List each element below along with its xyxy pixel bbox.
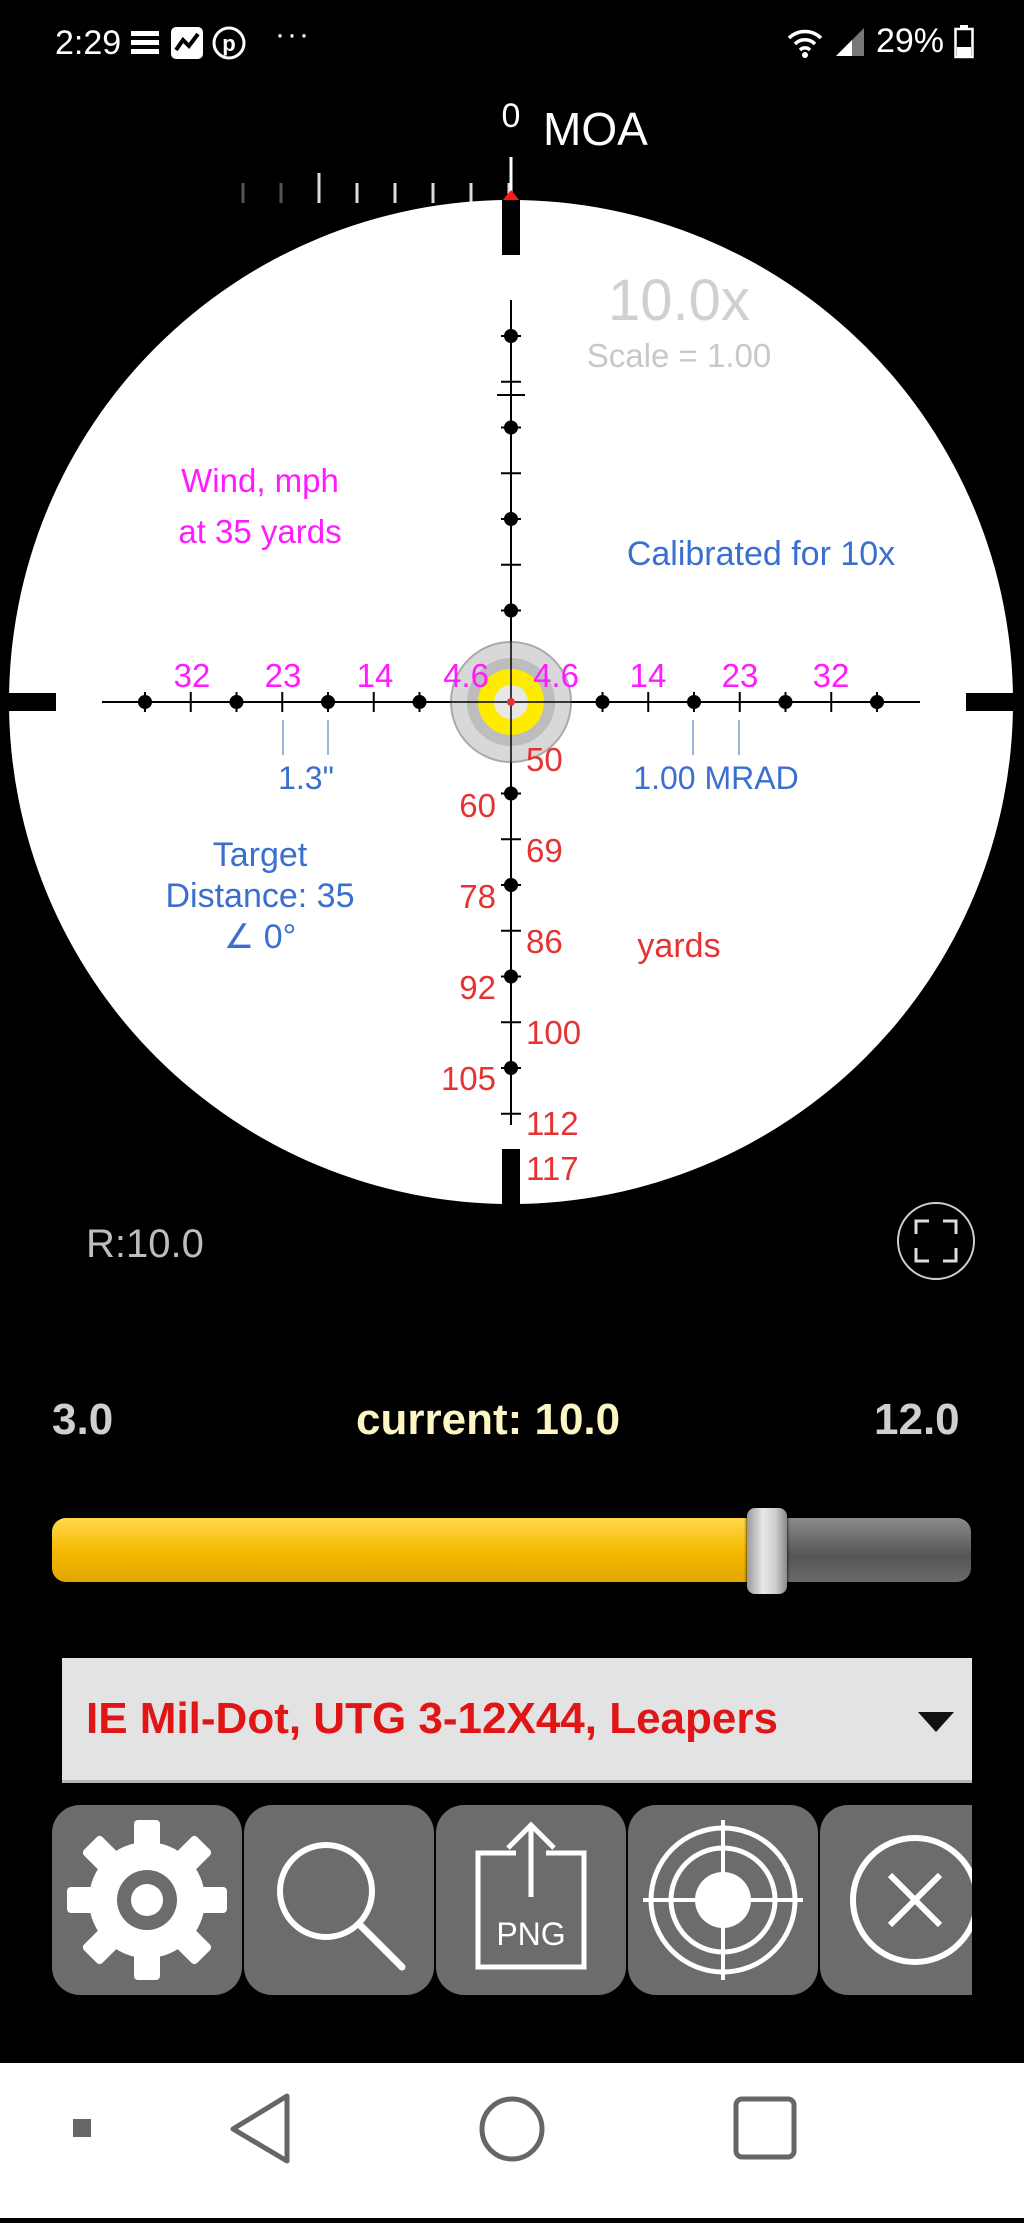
notification-icons: p [128, 26, 246, 60]
nav-home-icon[interactable] [479, 2096, 545, 2162]
scope-reticle[interactable]: 0 MOA 10.0x Scale = 1.00 Wind, mph at 35… [0, 95, 1024, 1245]
battery-percent: 29% [875, 22, 944, 60]
gear-icon [67, 1820, 227, 1980]
chart-notification-icon [171, 27, 203, 59]
more-notifications-icon: ··· [275, 18, 311, 51]
wind-value: 4.6 [443, 657, 489, 694]
range-value: 105 [441, 1060, 496, 1097]
wind-label-line1: Wind, mph [181, 462, 339, 499]
app-notification-icon [131, 31, 159, 54]
range-value: 60 [459, 787, 496, 824]
reticle-dropdown[interactable]: IE Mil-Dot, UTG 3-12X44, Leapers [62, 1658, 972, 1783]
nav-overview-icon[interactable] [733, 2096, 797, 2160]
zoom-min-label: 3.0 [52, 1395, 114, 1444]
close-icon [850, 1835, 972, 1965]
status-time: 2:29 [55, 24, 122, 62]
close-button[interactable] [820, 1805, 972, 1995]
heading-scale [241, 157, 513, 203]
post-right [966, 693, 1013, 711]
system-status: 29% [786, 22, 974, 61]
range-value: 50 [526, 741, 563, 778]
wind-label-line2: at 35 yards [178, 513, 341, 550]
export-png-icon: PNG [475, 1821, 587, 1970]
nav-recents-dot-icon[interactable] [73, 2119, 91, 2137]
yards-label: yards [637, 927, 720, 965]
svg-text:p: p [222, 31, 235, 56]
range-value: 112 [526, 1105, 579, 1142]
nav-back-icon[interactable] [230, 2093, 290, 2164]
wind-value: 23 [722, 657, 759, 694]
mrad-label: 1.00 MRAD [633, 760, 798, 796]
zoom-max-label: 12.0 [874, 1395, 960, 1444]
search-button[interactable] [244, 1805, 434, 1995]
unit-label: MOA [543, 103, 648, 155]
range-value: 78 [459, 878, 496, 915]
magnification-label: 10.0x [608, 268, 750, 333]
target-center-dot [507, 698, 515, 706]
range-value: 86 [526, 923, 563, 960]
heading-zero-label: 0 [502, 97, 521, 135]
export-png-button[interactable]: PNG [436, 1805, 626, 1995]
post-bottom [502, 1149, 520, 1205]
wifi-icon [787, 29, 823, 58]
range-value: 100 [526, 1014, 581, 1051]
search-icon [277, 1842, 406, 1971]
fullscreen-icon [914, 1219, 958, 1263]
status-bar: 2:29 p ··· 29% [0, 0, 1024, 90]
toolbar: PNG [52, 1805, 972, 1995]
settings-button[interactable] [52, 1805, 242, 1995]
zoom-current-label: current: 10.0 [356, 1395, 621, 1444]
wind-value: 14 [630, 657, 667, 694]
reticle-radius-label: R:10.0 [86, 1222, 204, 1266]
target-icon [643, 1820, 803, 1980]
wind-value: 32 [174, 657, 211, 694]
wind-value: 14 [357, 657, 394, 694]
signal-icon [835, 27, 864, 56]
fullscreen-button[interactable] [897, 1202, 975, 1280]
zoom-slider-track[interactable] [52, 1518, 971, 1582]
target-label-line2: Distance: 35 [166, 877, 355, 915]
battery-icon [954, 24, 974, 58]
dropdown-arrow-icon [918, 1712, 954, 1732]
target-label-line1: Target [213, 836, 308, 874]
navigation-bar [0, 2063, 1024, 2218]
calibrated-label: Calibrated for 10x [627, 535, 895, 573]
pinterest-icon: p [212, 26, 246, 60]
range-value: 69 [526, 832, 563, 869]
wind-value: 32 [813, 657, 850, 694]
reticle-dropdown-value: IE Mil-Dot, UTG 3-12X44, Leapers [86, 1694, 778, 1743]
wind-value: 4.6 [533, 657, 579, 694]
target-button[interactable] [628, 1805, 818, 1995]
post-left [9, 693, 56, 711]
scope-view[interactable]: 0 MOA 10.0x Scale = 1.00 Wind, mph at 35… [0, 95, 1024, 1245]
zoom-slider-fill [52, 1518, 767, 1582]
scale-label: Scale = 1.00 [587, 337, 771, 374]
target-label-line3: ∠ 0° [224, 918, 296, 956]
range-value: 92 [459, 969, 496, 1006]
png-label: PNG [496, 1916, 565, 1952]
post-top [502, 200, 520, 255]
wind-value: 23 [265, 657, 302, 694]
zoom-slider-thumb[interactable] [746, 1508, 787, 1594]
group-size-label: 1.3" [278, 760, 334, 796]
range-value: 117 [526, 1150, 579, 1187]
